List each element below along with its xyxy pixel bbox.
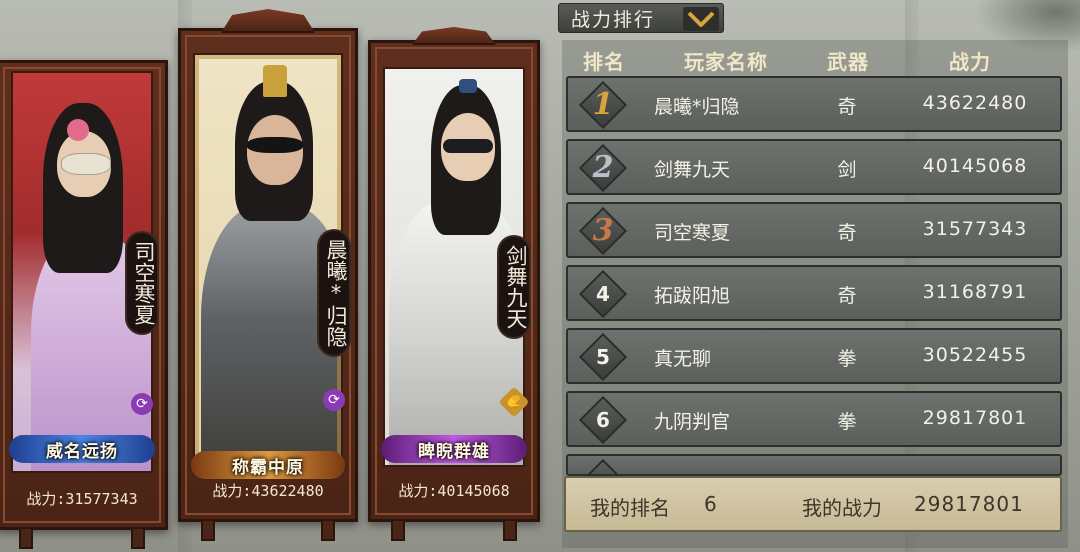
table-row[interactable] (566, 454, 1062, 476)
title-banner: 威名远扬 (9, 435, 155, 463)
hair-tie (459, 79, 477, 93)
rank-number: 6 (596, 408, 610, 432)
ranking-type-dropdown[interactable]: 战力排行 (558, 3, 724, 33)
player-name: 拓跋阳旭 (654, 285, 731, 307)
my-rank-value: 6 (704, 492, 717, 516)
rank-number: 3 (592, 213, 614, 248)
hair-flower (67, 119, 89, 141)
panel-stand (321, 519, 335, 541)
power-label: 战力:40145068 (398, 482, 510, 500)
ranking-type-label: 战力排行 (571, 8, 656, 31)
panel-stand (391, 519, 405, 541)
rank-badge (578, 458, 628, 474)
player-name: 真无聊 (654, 348, 712, 370)
header-power: 战力 (949, 50, 991, 74)
combat-power: 30522455 (922, 344, 1028, 366)
player-name: 司空寒夏 (654, 222, 731, 244)
weapon-type: 奇 (837, 96, 857, 118)
panel-stand (503, 519, 517, 541)
weapon-type: 奇 (837, 222, 857, 244)
title-banner: 睥睨群雄 (381, 435, 527, 463)
player-name-vertical: 司空寒夏 (127, 233, 157, 333)
silver-mask (61, 153, 111, 175)
rank-number: 5 (596, 345, 610, 369)
weapon-type: 奇 (837, 285, 857, 307)
table-row[interactable]: 1 晨曦*归隐 奇 43622480 (566, 76, 1062, 132)
table-row[interactable]: 5 真无聊 拳 30522455 (566, 328, 1062, 384)
chevron-down-icon (683, 7, 719, 31)
panel-stand (19, 527, 33, 549)
player-name-vertical: 剑舞九天 (499, 237, 529, 337)
combat-power: 31577343 (922, 218, 1028, 240)
header-weapon: 武器 (827, 50, 869, 74)
player-name-vertical: 晨曦*归隐 (319, 231, 349, 355)
my-rank-label: 我的排名 (590, 496, 670, 520)
combat-power: 43622480 (922, 92, 1028, 114)
header-player: 玩家名称 (684, 50, 768, 74)
my-power-value: 29817801 (914, 492, 1024, 516)
power-label: 战力:43622480 (212, 482, 324, 500)
weapon-type: 拳 (837, 411, 857, 433)
table-row[interactable]: 3 司空寒夏 奇 31577343 (566, 202, 1062, 258)
weapon-type: 剑 (837, 159, 857, 181)
table-row[interactable]: 6 九阴判官 拳 29817801 (566, 391, 1062, 447)
combat-power: 29817801 (922, 407, 1028, 429)
combat-power: 31168791 (922, 281, 1028, 303)
player-name: 剑舞九天 (654, 159, 731, 181)
swirl-icon: ⟳ (131, 393, 153, 415)
player-name: 晨曦*归隐 (654, 96, 740, 118)
rank-number: 1 (592, 87, 614, 122)
showcase-panel-2nd[interactable]: 剑舞九天 ✋ 睥睨群雄 战力:40145068 (368, 27, 540, 541)
panel-stand (201, 519, 215, 541)
swirl-icon: ⟳ (323, 389, 345, 411)
sunglasses (443, 139, 493, 153)
rank-number: 2 (592, 150, 614, 185)
table-row[interactable]: 2 剑舞九天 剑 40145068 (566, 139, 1062, 195)
weapon-type: 拳 (837, 348, 857, 370)
showcase-panel-3rd[interactable]: 司空寒夏 ⟳ 威名远扬 战力:31577343 (0, 60, 168, 549)
rank-number: 4 (596, 282, 610, 306)
power-label: 战力:31577343 (26, 490, 138, 508)
panel-stand (131, 527, 145, 549)
panel-roof (412, 27, 496, 45)
table-header: 排名 玩家名称 武器 战力 (562, 40, 1068, 76)
combat-power: 40145068 (922, 155, 1028, 177)
showcase-panel-1st[interactable]: 晨曦*归隐 ⟳ 称霸中原 战力:43622480 (178, 9, 358, 541)
title-banner: 称霸中原 (191, 451, 345, 479)
table-row[interactable]: 4 拓跋阳旭 奇 31168791 (566, 265, 1062, 321)
my-power-label: 我的战力 (802, 496, 882, 520)
my-ranking-bar: 我的排名 6 我的战力 29817801 (564, 476, 1062, 532)
panel-roof (220, 9, 316, 33)
player-name: 九阴判官 (654, 411, 731, 433)
header-rank: 排名 (583, 50, 625, 74)
